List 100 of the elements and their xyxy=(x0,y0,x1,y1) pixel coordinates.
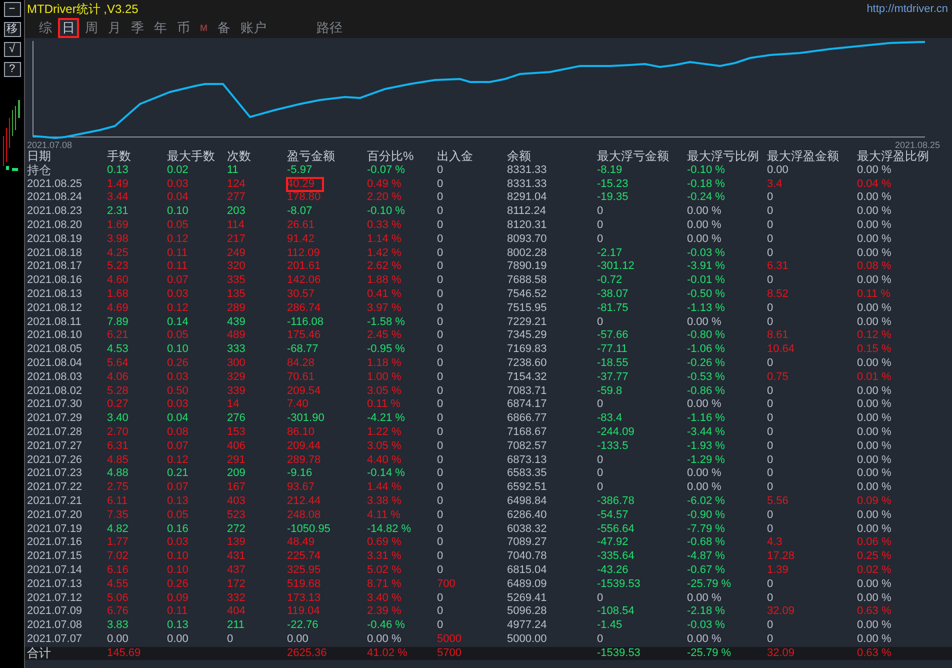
date-cell-text: 2021.08.25 xyxy=(27,178,84,192)
table-cell-text: 5.23 xyxy=(107,260,130,274)
table-cell-text: -301.90 xyxy=(287,412,326,426)
table-cell-text: -0.86 % xyxy=(687,384,726,398)
date-cell-text: 2021.07.22 xyxy=(27,481,84,495)
sidebar-button[interactable]: − xyxy=(4,2,20,17)
table-cell-text: 1.39 xyxy=(767,564,790,578)
table-cell-text: 5.56 xyxy=(767,494,790,509)
table-cell-text: -22.76 xyxy=(287,619,320,633)
table-cell-text: 272 xyxy=(227,522,246,536)
table-cell-text: 0 xyxy=(597,481,604,495)
table-cell-text: 6874.17 xyxy=(507,398,548,412)
tab[interactable]: 日 xyxy=(58,18,79,38)
date-cell-text: 2021.07.13 xyxy=(27,578,84,592)
table-cell-text: 32.09 xyxy=(767,605,796,620)
table-cell-text: -0.50 % xyxy=(687,288,726,302)
table-cell-text: 0.63 % xyxy=(857,605,892,620)
website-link[interactable]: http://mtdriver.cn xyxy=(866,3,948,15)
table-cell-text: 7040.78 xyxy=(507,550,548,564)
sidebar-button[interactable]: √ xyxy=(4,42,20,57)
table-cell-text: -0.90 % xyxy=(687,508,726,523)
table-cell-text: -37.77 xyxy=(597,370,630,385)
tab[interactable]: 季 xyxy=(127,18,148,38)
table-cell-text: 48.49 xyxy=(287,536,316,550)
table-cell-text: 1.69 xyxy=(107,218,130,233)
table-cell-text: 8.61 xyxy=(767,329,790,344)
table-cell-text: 0.09 % xyxy=(857,494,892,509)
tab[interactable]: 年 xyxy=(150,18,171,38)
table-cell-text: 14 xyxy=(227,398,240,412)
date-cell-text: 2021.07.08 xyxy=(27,619,84,633)
tab[interactable]: 周 xyxy=(81,18,102,38)
tab[interactable]: 币 xyxy=(173,18,194,38)
path-tab[interactable]: 路径 xyxy=(312,18,346,38)
table-cell-text: 0.00 % xyxy=(687,218,722,233)
date-cell-text: 2021.08.19 xyxy=(27,232,84,247)
table-cell-text: -1.58 % xyxy=(367,316,406,330)
table-cell-text: -0.10 % xyxy=(367,205,406,219)
table-cell-text: 0 xyxy=(437,370,444,385)
table-cell-text: 4.3 xyxy=(767,536,784,550)
table-cell-text: 0 xyxy=(767,316,774,330)
table-cell-text: 7229.21 xyxy=(507,316,548,330)
table-cell-text: 0.07 xyxy=(167,440,190,454)
table-cell-text: 0 xyxy=(767,632,774,647)
table-cell-text: 0.14 xyxy=(167,316,190,330)
table-cell-text: 0.50 xyxy=(167,384,190,398)
tab[interactable]: M xyxy=(196,18,212,38)
table-cell-text: 4.85 xyxy=(107,454,130,468)
table-cell-text: 3.44 xyxy=(107,191,130,206)
axis-label: 2021.07.08 xyxy=(27,140,72,150)
table-cell-text: 7089.27 xyxy=(507,536,548,550)
table-cell-text: 0.03 xyxy=(167,288,190,302)
table-cell-text: 0.00 % xyxy=(687,467,722,482)
table-cell-text: 1.68 xyxy=(107,288,130,302)
table-cell-text: 7890.19 xyxy=(507,260,548,274)
tab[interactable]: 综 xyxy=(35,18,56,38)
table-cell-text: 0.12 % xyxy=(857,329,892,344)
table-cell-text: 0.21 xyxy=(167,467,190,482)
table-cell-text: 406 xyxy=(227,440,246,454)
table-cell-text: 1.44 % xyxy=(367,481,402,495)
table-cell-text: 173.13 xyxy=(287,592,322,606)
sidebar-button[interactable]: 移 xyxy=(4,22,20,37)
table-cell-text: 30.57 xyxy=(287,288,316,302)
table-cell-text: 7083.71 xyxy=(507,384,548,398)
table-cell-text: -0.18 % xyxy=(687,178,726,192)
table-cell-text: 289.78 xyxy=(287,454,322,468)
table-cell-text: 3.98 xyxy=(107,232,130,247)
table-cell-text: 26.61 xyxy=(287,218,316,233)
table-cell-text: 6.31 xyxy=(107,440,130,454)
table-cell-text: 6.16 xyxy=(107,564,130,578)
table-cell-text: -1.93 % xyxy=(687,440,726,454)
table-cell-text: 0.75 xyxy=(767,370,790,385)
sidebar-button[interactable]: ? xyxy=(4,62,20,77)
column-header: 百分比% xyxy=(367,150,415,164)
table-cell-text: 112.09 xyxy=(287,246,321,260)
table-cell-text: 1.18 % xyxy=(367,356,402,371)
table-cell-text: 0 xyxy=(597,398,604,412)
table-cell-text: -0.68 % xyxy=(687,536,726,550)
table-cell-text: 2.75 xyxy=(107,481,130,495)
table-cell-text: 0 xyxy=(767,412,774,426)
table-cell-text: 0 xyxy=(767,191,774,206)
table-cell-text: 7.40 xyxy=(287,398,310,412)
table-cell-text: 286.74 xyxy=(287,302,322,316)
table-cell-text: 0.01 % xyxy=(857,370,892,385)
table-cell-text: 0.05 xyxy=(167,218,190,233)
tab[interactable]: 账户 xyxy=(236,18,270,38)
table-cell-text: 0.04 % xyxy=(857,178,892,192)
table-cell-text: 6592.51 xyxy=(507,481,548,495)
tab[interactable]: 月 xyxy=(104,18,125,38)
table-cell-text: 0 xyxy=(437,467,444,482)
table-cell-text: 0 xyxy=(437,302,444,316)
table-cell-text: 0.13 xyxy=(167,494,190,509)
table-cell-text: -116.08 xyxy=(287,316,324,330)
table-cell-text: 0 xyxy=(767,274,774,288)
table-cell-text: 6.76 xyxy=(107,605,130,620)
tab[interactable]: 备 xyxy=(214,18,234,38)
table-cell-text: 0 xyxy=(597,316,604,330)
table-cell-text: 0 xyxy=(767,302,774,316)
table-cell-text: 0.00 xyxy=(287,632,310,647)
table-cell-text: 5.64 xyxy=(107,356,130,371)
table-cell-text: 329 xyxy=(227,370,246,385)
